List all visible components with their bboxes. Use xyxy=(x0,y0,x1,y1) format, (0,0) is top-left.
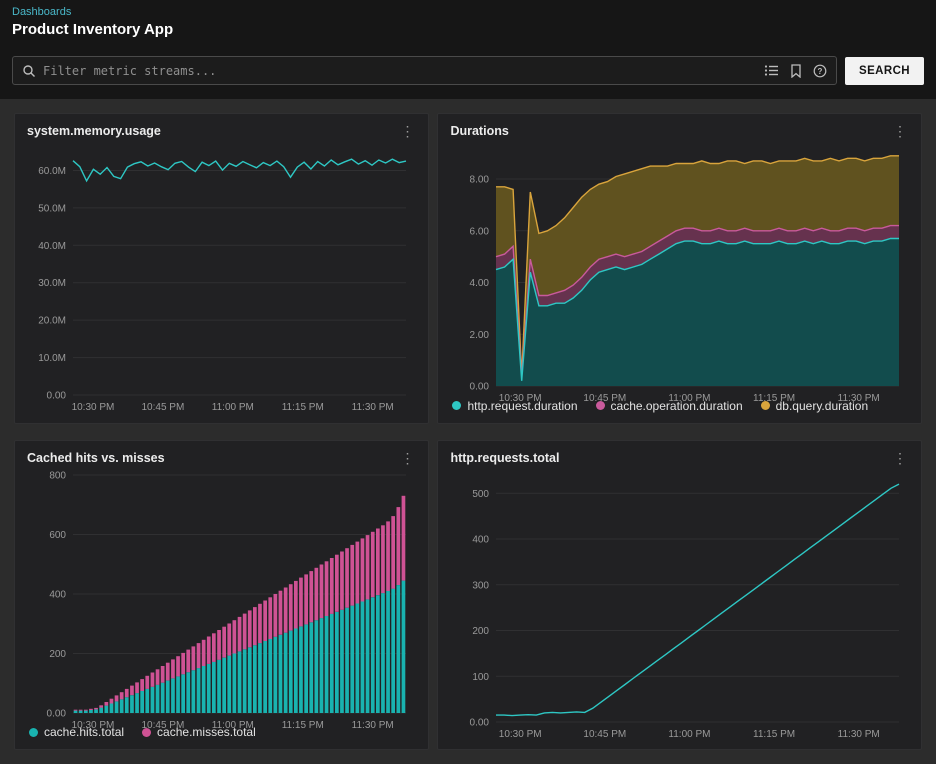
svg-text:10:45 PM: 10:45 PM xyxy=(142,720,185,731)
svg-text:0.00: 0.00 xyxy=(47,391,67,402)
svg-text:11:30 PM: 11:30 PM xyxy=(838,729,880,740)
page-title: Product Inventory App xyxy=(12,21,174,38)
chart-area: 0.00 2.00 4.00 6.00 8.00 10:30 PM 10:45 PM 11:0… xyxy=(450,138,909,404)
svg-text:300: 300 xyxy=(473,580,490,591)
panel-header: system.memory.usage ⋮ xyxy=(27,124,416,138)
svg-text:400: 400 xyxy=(49,589,66,600)
panel-header: Durations ⋮ xyxy=(450,124,909,138)
svg-text:10:30 PM: 10:30 PM xyxy=(72,720,115,731)
svg-text:2.00: 2.00 xyxy=(470,330,490,341)
svg-text:10:45 PM: 10:45 PM xyxy=(142,402,185,413)
help-icon[interactable]: ? xyxy=(813,64,827,78)
list-view-icon[interactable] xyxy=(764,64,779,77)
svg-text:600: 600 xyxy=(49,530,66,541)
svg-text:11:15 PM: 11:15 PM xyxy=(282,402,324,413)
chart-area: 0.00 200 400 600 800 10:30 PM 10:45 PM 11:00 PM… xyxy=(27,465,416,731)
svg-text:11:00 PM: 11:00 PM xyxy=(669,729,711,740)
kebab-menu-icon[interactable]: ⋮ xyxy=(398,124,416,138)
svg-text:40.0M: 40.0M xyxy=(38,241,66,252)
svg-text:30.0M: 30.0M xyxy=(38,278,66,289)
svg-text:10:45 PM: 10:45 PM xyxy=(584,729,627,740)
svg-text:10:45 PM: 10:45 PM xyxy=(584,393,627,404)
panel-title: Cached hits vs. misses xyxy=(27,450,165,465)
svg-text:6.00: 6.00 xyxy=(470,226,490,237)
svg-text:10.0M: 10.0M xyxy=(38,353,66,364)
svg-text:500: 500 xyxy=(473,488,490,499)
kebab-menu-icon[interactable]: ⋮ xyxy=(891,124,909,138)
panel-durations: Durations ⋮ 0.00 2.00 4.00 6.00 8.00 10:30 PM… xyxy=(437,113,922,424)
kebab-menu-icon[interactable]: ⋮ xyxy=(398,451,416,465)
search-button[interactable]: SEARCH xyxy=(845,56,924,85)
durations-chart: 0.00 2.00 4.00 6.00 8.00 10:30 PM 10:45 PM 11:0… xyxy=(470,155,900,404)
panel-http-requests-total: http.requests.total ⋮ 0.00 100 200 300 400 50… xyxy=(437,439,922,750)
panel-title: Durations xyxy=(450,124,509,138)
svg-text:10:30 PM: 10:30 PM xyxy=(72,402,115,413)
page-header: Dashboards Product Inventory App xyxy=(0,0,936,38)
svg-text:11:00 PM: 11:00 PM xyxy=(212,720,254,731)
svg-text:20.0M: 20.0M xyxy=(38,316,66,327)
cached-hits-vs-misses-chart: 0.00 200 400 600 800 10:30 PM 10:45 PM 11:00 PM… xyxy=(47,470,406,731)
search-icon xyxy=(22,64,36,78)
svg-text:200: 200 xyxy=(473,626,490,637)
svg-text:10:30 PM: 10:30 PM xyxy=(499,393,542,404)
search-input[interactable] xyxy=(43,63,758,78)
svg-text:8.00: 8.00 xyxy=(470,175,490,186)
dashboard-grid: system.memory.usage ⋮ 0.00 10.0M 20.0M 30.0… xyxy=(0,99,936,764)
panel-cached-hits-vs-misses: Cached hits vs. misses ⋮ 0.00 200 400 600 80… xyxy=(14,439,430,750)
svg-text:?: ? xyxy=(818,67,823,76)
panel-system-memory-usage: system.memory.usage ⋮ 0.00 10.0M 20.0M 30.0… xyxy=(14,113,430,424)
panel-title: system.memory.usage xyxy=(27,124,161,138)
svg-text:10:30 PM: 10:30 PM xyxy=(499,729,542,740)
svg-text:11:00 PM: 11:00 PM xyxy=(669,393,711,404)
svg-text:800: 800 xyxy=(49,470,66,481)
svg-text:4.00: 4.00 xyxy=(470,278,490,289)
svg-text:11:15 PM: 11:15 PM xyxy=(282,720,324,731)
svg-text:100: 100 xyxy=(473,671,490,682)
svg-text:11:15 PM: 11:15 PM xyxy=(753,729,795,740)
svg-text:11:15 PM: 11:15 PM xyxy=(753,393,795,404)
svg-text:400: 400 xyxy=(473,534,490,545)
system-memory-usage-chart: 0.00 10.0M 20.0M 30.0M 40.0M 50.0M 60.0M 10:30 … xyxy=(38,158,407,413)
svg-text:60.0M: 60.0M xyxy=(38,166,66,177)
search-input-icons: ? xyxy=(764,63,827,78)
kebab-menu-icon[interactable]: ⋮ xyxy=(891,451,909,465)
svg-text:0.00: 0.00 xyxy=(47,708,67,719)
svg-text:0.00: 0.00 xyxy=(470,717,490,728)
svg-text:11:30 PM: 11:30 PM xyxy=(352,402,394,413)
bookmark-icon[interactable] xyxy=(790,63,802,78)
svg-text:11:00 PM: 11:00 PM xyxy=(212,402,254,413)
http-requests-total-chart: 0.00 100 200 300 400 500 10:30 PM 10:45 PM 11:00… xyxy=(470,482,900,740)
search-row: ? SEARCH xyxy=(0,38,936,99)
chart-area: 0.00 10.0M 20.0M 30.0M 40.0M 50.0M 60.0M 10:30 … xyxy=(27,138,416,415)
svg-text:200: 200 xyxy=(49,649,66,660)
panel-header: http.requests.total ⋮ xyxy=(450,451,909,465)
svg-text:50.0M: 50.0M xyxy=(38,203,66,214)
search-box[interactable]: ? xyxy=(12,56,838,85)
svg-text:11:30 PM: 11:30 PM xyxy=(838,393,880,404)
chart-area: 0.00 100 200 300 400 500 10:30 PM 10:45 PM 11:00… xyxy=(450,465,909,742)
panel-title: http.requests.total xyxy=(450,450,560,465)
svg-text:0.00: 0.00 xyxy=(470,382,490,393)
svg-text:11:30 PM: 11:30 PM xyxy=(352,720,394,731)
breadcrumb-dashboards[interactable]: Dashboards xyxy=(12,6,924,18)
panel-header: Cached hits vs. misses ⋮ xyxy=(27,451,416,465)
